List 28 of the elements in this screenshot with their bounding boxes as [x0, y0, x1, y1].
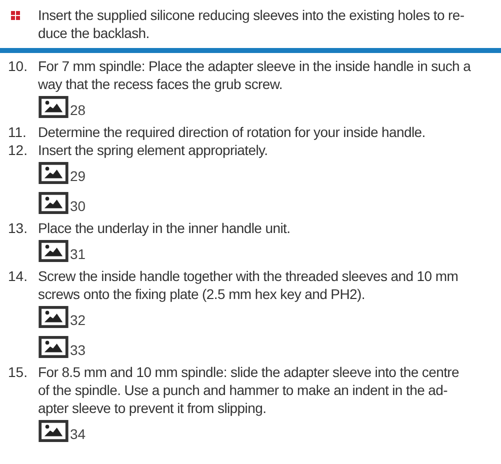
- image-placeholder-icon: [38, 336, 69, 358]
- figure-number: 31: [70, 246, 86, 262]
- figure-number: 28: [70, 102, 86, 118]
- step-text: Place the underlay in the inner handle unit.: [38, 219, 290, 237]
- image-placeholder-icon: [38, 420, 69, 442]
- step-text: For 8.5 mm and 10 mm spindle: slide the adapter sleeve into the centre of the spindle. Use a punch and hammer to make an indent in the ad- apter sleeve to prevent it from slipping.: [38, 363, 460, 417]
- step-text: Insert the supplied silicone reducing sleeves into the existing holes to re- duce the backlash.: [38, 6, 464, 42]
- step-text: Determine the required direction of rotation for your inside handle.: [38, 123, 426, 141]
- step-number: 10.: [8, 57, 28, 76]
- figure-number: 32: [70, 312, 86, 328]
- bullet-icon: [11, 11, 20, 20]
- step-text: For 7 mm spindle: Place the adapter sleeve in the inside handle in such a way that the recess faces the grub screw.: [38, 57, 471, 93]
- step-number: 15.: [8, 363, 28, 382]
- step-number: 12.: [8, 141, 28, 160]
- figure-number: 33: [70, 342, 86, 358]
- image-placeholder-icon: [38, 192, 69, 214]
- step-number: 14.: [8, 267, 28, 286]
- figure-number: 34: [70, 426, 86, 442]
- figure-number: 29: [70, 168, 86, 184]
- step-text: Insert the spring element appropriately.: [38, 141, 268, 159]
- image-placeholder-icon: [38, 96, 69, 118]
- image-placeholder-icon: [38, 162, 69, 184]
- image-placeholder-icon: [38, 306, 69, 328]
- step-text: Screw the inside handle together with the threaded sleeves and 10 mm screws onto the fixing plate (2.5 mm hex key and PH2).: [38, 267, 458, 303]
- step-number: 11.: [8, 123, 28, 141]
- figure-number: 30: [70, 198, 86, 214]
- image-placeholder-icon: [38, 240, 69, 262]
- step-number: 13.: [8, 219, 28, 238]
